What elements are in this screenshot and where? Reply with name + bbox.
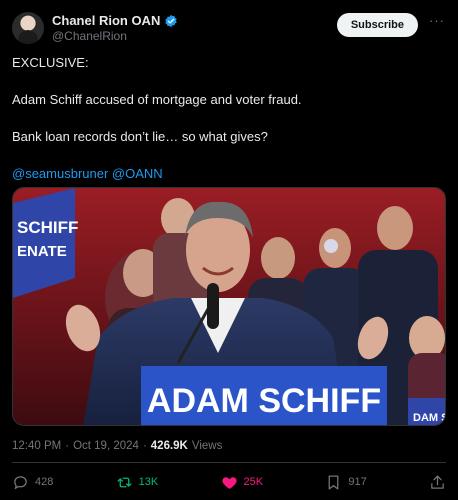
- tweet-text: EXCLUSIVE: Adam Schiff accused of mortga…: [12, 55, 446, 203]
- subscribe-button[interactable]: Subscribe: [336, 13, 418, 37]
- action-bar: 428 13K 25K 917: [12, 471, 446, 493]
- tweet-line: EXCLUSIVE:: [12, 55, 89, 70]
- tweet-image[interactable]: SCHIFF ENATE DAM S ADAM SCHIFF: [12, 187, 446, 426]
- author-name-row: Chanel Rion OAN: [52, 13, 178, 28]
- bookmark-count: 917: [348, 476, 367, 488]
- reply-button[interactable]: 428: [12, 474, 53, 491]
- tweet-header: Chanel Rion OAN @ChanelRion Subscribe ··…: [12, 12, 446, 44]
- more-options-icon[interactable]: ···: [428, 14, 446, 30]
- tweet-time[interactable]: 12:40 PM: [12, 440, 61, 452]
- tweet-line: Adam Schiff accused of mortgage and vote…: [12, 92, 302, 107]
- repost-button[interactable]: 13K: [116, 474, 159, 491]
- tweet-line: Bank loan records don’t lie… so what giv…: [12, 129, 268, 144]
- repost-icon: [117, 477, 132, 487]
- right-sign-text: DAM S: [413, 412, 446, 424]
- author-handle[interactable]: @ChanelRion: [52, 29, 127, 43]
- reply-icon: [14, 475, 27, 489]
- mention-link[interactable]: @OANN: [112, 166, 163, 181]
- tweet-mentions: @seamusbruner @OANN: [12, 166, 446, 182]
- share-button[interactable]: [429, 474, 446, 491]
- photo-scene: SCHIFF ENATE DAM S ADAM SCHIFF: [13, 188, 446, 425]
- like-button[interactable]: 25K: [221, 474, 264, 491]
- like-count: 25K: [243, 476, 264, 488]
- tweet-date[interactable]: Oct 19, 2024: [73, 440, 139, 452]
- repost-count: 13K: [138, 476, 159, 488]
- bookmark-icon: [328, 474, 339, 490]
- left-sign-text: ENATE: [17, 243, 67, 260]
- heart-icon: [221, 476, 237, 489]
- podium-sign-text: ADAM SCHIFF: [147, 382, 381, 420]
- share-icon: [431, 474, 444, 489]
- views-count: 426.9K: [150, 440, 188, 452]
- tweet-meta: 12:40 PM · Oct 19, 2024 · 426.9K Views: [12, 440, 222, 452]
- left-sign-text: SCHIFF: [17, 218, 78, 237]
- meta-separator: ·: [142, 440, 147, 452]
- bookmark-button[interactable]: 917: [325, 474, 367, 491]
- verified-badge-icon: [165, 14, 178, 27]
- mention-link[interactable]: @seamusbruner: [12, 166, 108, 181]
- meta-separator: ·: [65, 440, 70, 452]
- divider: [12, 462, 446, 463]
- reply-count: 428: [35, 476, 54, 488]
- views-label: Views: [191, 440, 223, 452]
- avatar[interactable]: [12, 12, 44, 44]
- author-name[interactable]: Chanel Rion OAN: [52, 13, 160, 28]
